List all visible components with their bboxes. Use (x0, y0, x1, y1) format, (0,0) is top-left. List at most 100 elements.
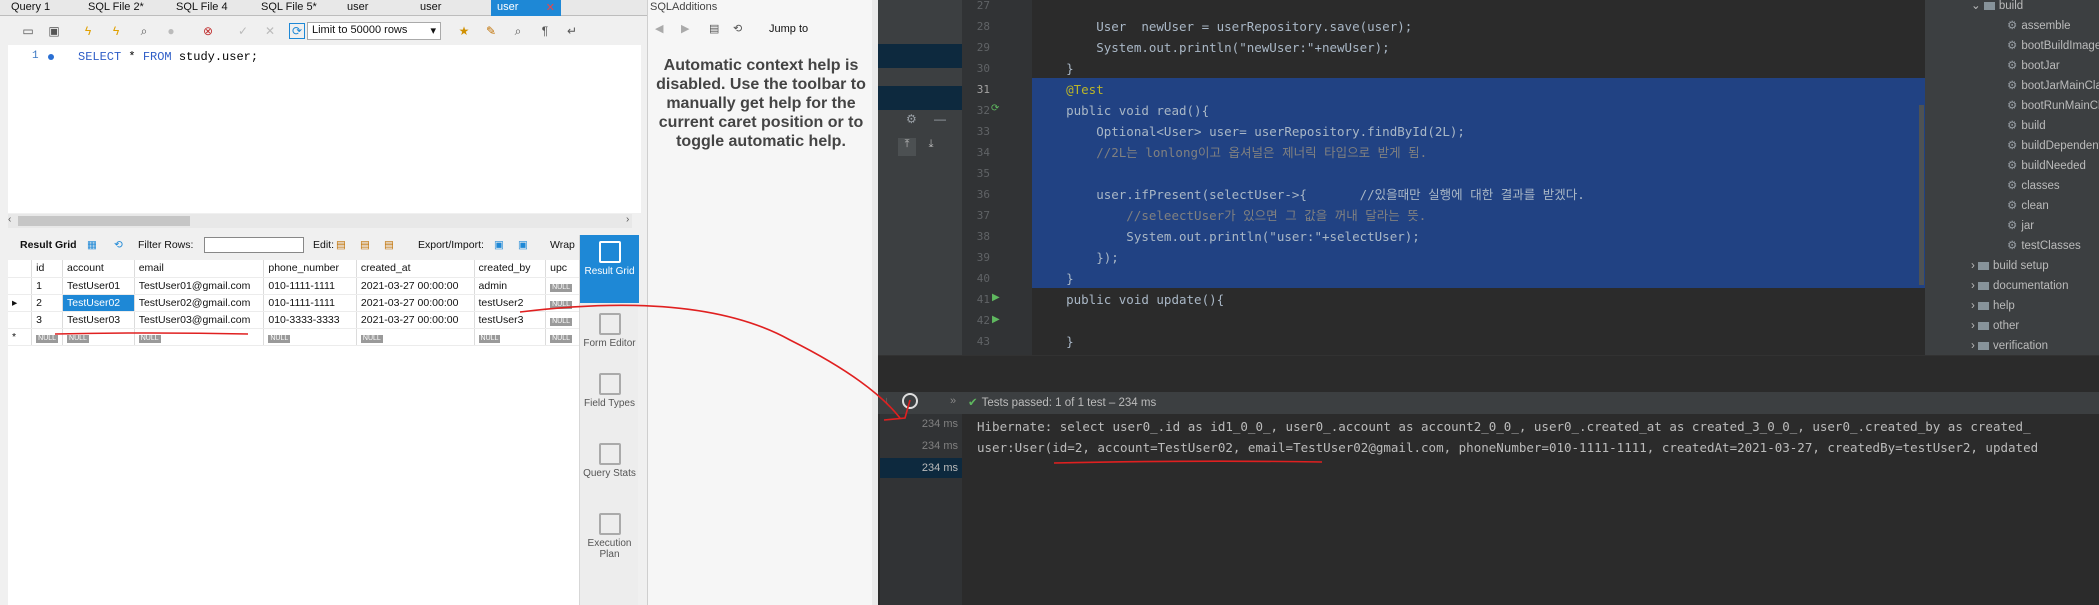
editor-scrollbar-thumb[interactable] (1919, 105, 1924, 285)
table-cell[interactable]: TestUser03 (62, 311, 135, 329)
table-cell[interactable]: NULL (134, 328, 265, 346)
column-header[interactable]: phone_number (263, 260, 357, 278)
tree-task[interactable]: ⚙ testClasses (2007, 236, 2081, 256)
open-file-icon[interactable]: ▭ (20, 23, 36, 39)
table-cell[interactable]: 2021-03-27 00:00:00 (356, 277, 475, 295)
tab-sql-file-2[interactable]: SQL File 2* (82, 0, 150, 16)
test-time[interactable]: 234 ms (880, 414, 962, 434)
close-tab-icon[interactable]: ✕ (546, 1, 555, 14)
table-cell[interactable]: admin (474, 277, 547, 295)
table-cell[interactable]: NULL (31, 328, 64, 346)
column-header[interactable]: account (62, 260, 135, 278)
column-header[interactable]: id (31, 260, 64, 278)
table-cell[interactable]: TestUser02@gmail.com (134, 294, 265, 312)
invisible-chars-icon[interactable]: ¶ (537, 23, 553, 39)
context-help-icon[interactable]: ▤ (709, 22, 719, 35)
test-time-selected[interactable]: 234 ms (880, 458, 962, 478)
tree-task[interactable]: ⚙ jar (2007, 216, 2034, 236)
table-cell[interactable]: 010-1111-1111 (263, 277, 357, 295)
field-types-button[interactable]: Field Types (580, 373, 639, 409)
tree-folder[interactable]: › documentation (1971, 276, 2068, 296)
table-cell[interactable]: NULL (62, 328, 135, 346)
table-cell[interactable]: NULL (474, 328, 547, 346)
scrollbar-thumb[interactable] (18, 216, 190, 226)
tree-task[interactable]: ⚙bootRunMainClass (2007, 96, 2099, 116)
form-editor-button[interactable]: Form Editor (580, 313, 639, 349)
add-row-icon[interactable]: ▤ (360, 239, 370, 251)
execution-plan-button[interactable]: Execution Plan (580, 513, 639, 560)
column-header[interactable]: created_by (474, 260, 547, 278)
limit-rows-select[interactable]: Limit to 50000 rows ▾ (307, 22, 441, 40)
stop-icon[interactable]: ● (163, 23, 179, 39)
refresh-icon[interactable]: ⟲ (114, 239, 123, 251)
query-stats-button[interactable]: Query Stats (580, 443, 639, 479)
commit-icon[interactable]: ✓ (235, 23, 251, 39)
table-cell[interactable]: 2 (31, 294, 64, 312)
tree-task[interactable]: ⚙bootJarMainClass (2007, 76, 2099, 96)
table-cell[interactable]: NULL (545, 277, 582, 295)
table-cell[interactable]: NULL (545, 311, 582, 329)
table-cell[interactable]: TestUser01 (62, 277, 135, 295)
rollback-icon[interactable]: ✕ (262, 23, 278, 39)
table-cell[interactable]: NULL (263, 328, 357, 346)
gear-icon[interactable]: ⚙ (906, 112, 917, 126)
table-cell[interactable]: NULL (545, 328, 582, 346)
table-cell[interactable]: NULL (545, 294, 582, 312)
tree-task[interactable]: ⚙ clean (2007, 196, 2049, 216)
forward-icon[interactable]: ▶ (681, 22, 689, 35)
result-grid-label[interactable]: Result Grid (20, 239, 77, 251)
tab-user-2[interactable]: user (414, 0, 447, 16)
table-row[interactable]: ▸ 2 TestUser02 TestUser02@gmail.com 010-… (8, 294, 582, 312)
back-icon[interactable]: ◀ (655, 22, 663, 35)
bookmark-icon[interactable]: ★ (456, 23, 472, 39)
tree-task[interactable]: ⚙ bootJar (2007, 56, 2060, 76)
table-row[interactable]: 1 TestUser01 TestUser01@gmail.com 010-11… (8, 277, 582, 295)
down-arrow-icon[interactable]: ↓ (884, 395, 890, 407)
beautify-icon[interactable]: ✎ (483, 23, 499, 39)
result-grid-panel-button[interactable]: Result Grid (580, 235, 639, 303)
table-cell[interactable]: 1 (31, 277, 64, 295)
table-cell[interactable]: 2021-03-27 00:00:00 (356, 294, 475, 312)
minimize-icon[interactable]: — (934, 112, 946, 126)
table-cell[interactable]: 010-3333-3333 (263, 311, 357, 329)
table-cell[interactable]: NULL (356, 328, 475, 346)
tree-task[interactable]: ⚙ build (2007, 116, 2046, 136)
table-cell[interactable]: 2021-03-27 00:00:00 (356, 311, 475, 329)
tree-folder[interactable]: › help (1971, 296, 2015, 316)
table-cell-selected[interactable]: TestUser02 (62, 294, 135, 312)
table-cell[interactable]: testUser2 (474, 294, 547, 312)
execute-icon[interactable]: ϟ (80, 23, 96, 39)
grid-icon[interactable]: ▦ (87, 239, 97, 251)
find-icon[interactable]: ⌕ (510, 23, 526, 39)
tree-task[interactable]: ⚙ classes (2007, 176, 2060, 196)
auto-help-icon[interactable]: ⟲ (733, 22, 742, 35)
tree-folder[interactable]: › build setup (1971, 256, 2049, 276)
export-icon[interactable]: ▣ (494, 239, 504, 251)
scroll-right-icon[interactable]: › (626, 214, 629, 225)
tab-user-active[interactable]: user ✕ (491, 0, 561, 16)
expand-more-icon[interactable]: » (950, 395, 956, 407)
table-cell[interactable]: testUser3 (474, 311, 547, 329)
column-header[interactable]: created_at (356, 260, 475, 278)
tree-task[interactable]: ⚙ assemble (2007, 16, 2071, 36)
explain-icon[interactable]: ⌕ (136, 23, 152, 39)
table-cell[interactable]: TestUser01@gmail.com (134, 277, 265, 295)
delete-row-icon[interactable]: ▤ (384, 239, 394, 251)
column-header[interactable]: email (134, 260, 265, 278)
tab-sql-file-5[interactable]: SQL File 5* (255, 0, 323, 16)
import-icon[interactable]: ▣ (518, 239, 528, 251)
filter-rows-input[interactable] (204, 237, 304, 253)
edit-row-icon[interactable]: ▤ (336, 239, 346, 251)
tab-sql-file-4[interactable]: SQL File 4 (170, 0, 234, 16)
table-row[interactable]: 3 TestUser03 TestUser03@gmail.com 010-33… (8, 311, 582, 329)
tab-query-1[interactable]: Query 1 (5, 0, 56, 16)
tree-task[interactable]: ⚙ bootBuildImage (2007, 36, 2099, 56)
execute-current-icon[interactable]: ϟ (108, 23, 124, 39)
tree-folder[interactable]: › verification (1971, 336, 2048, 356)
wrap-lines-icon[interactable]: ↵ (564, 23, 580, 39)
sql-editor[interactable]: 1 SELECT * FROM study.user; (8, 45, 641, 213)
tree-folder-build[interactable]: ⌄ build (1971, 0, 2023, 16)
table-cell[interactable]: 010-1111-1111 (263, 294, 357, 312)
tree-folder[interactable]: › other (1971, 316, 2019, 336)
table-cell[interactable]: 3 (31, 311, 64, 329)
